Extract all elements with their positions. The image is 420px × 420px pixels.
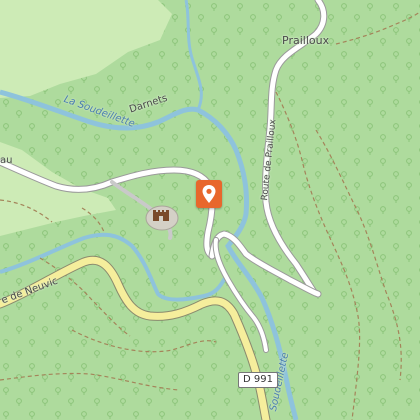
hamlet-label: Prailloux (282, 34, 330, 47)
location-pin-icon[interactable] (196, 180, 222, 208)
road-shield-d991: D 991 (238, 372, 278, 388)
map-base (0, 0, 420, 420)
castle-icon[interactable] (152, 206, 170, 222)
map-view[interactable]: Prailloux Darnets La Soudeillette Route … (0, 0, 420, 420)
road-label-partial: au (0, 155, 13, 166)
